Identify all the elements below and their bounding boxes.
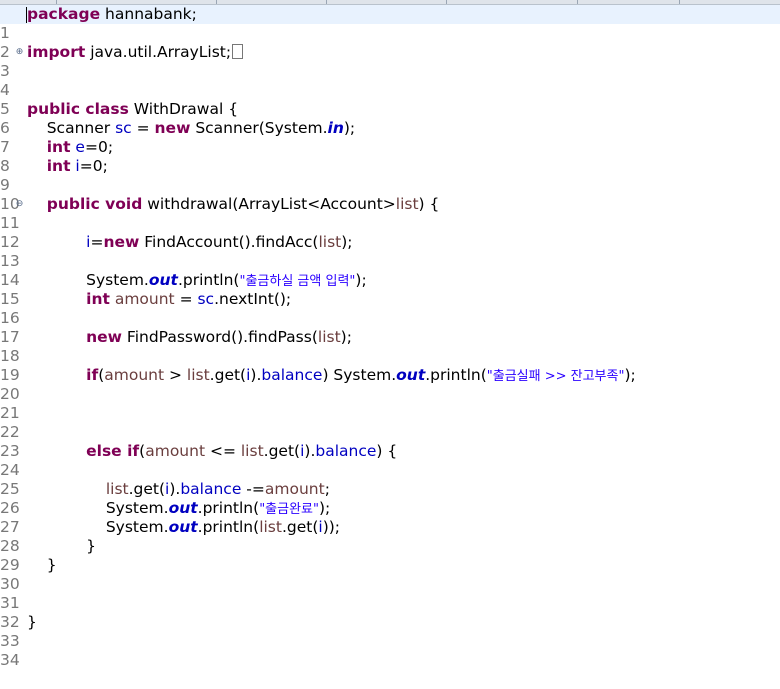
code-line[interactable]: 16 int amount = sc.nextInt();: [0, 290, 780, 327]
code-text[interactable]: }: [27, 613, 37, 632]
code-line[interactable]: 31: [0, 575, 780, 612]
code-text[interactable]: else if(amount <= list.get(i).balance) {: [27, 442, 397, 461]
tab-divider: [56, 0, 57, 4]
code-line[interactable]: 21: [0, 385, 780, 422]
tab-divider: [577, 0, 578, 4]
line-number: 34: [0, 651, 20, 669]
code-line[interactable]: 32: [0, 594, 780, 631]
code-text[interactable]: list.get(i).balance -=amount;: [27, 480, 330, 499]
code-text[interactable]: System.out.println(list.get(i));: [27, 518, 340, 537]
code-text[interactable]: System.out.println("출금완료");: [27, 499, 330, 519]
code-line[interactable]: 5: [0, 81, 780, 118]
code-line[interactable]: 6 public class WithDrawal {: [0, 100, 780, 137]
code-text[interactable]: import java.util.ArrayList;: [27, 43, 244, 62]
code-text[interactable]: package hannabank;: [27, 5, 197, 24]
code-line[interactable]: 25: [0, 461, 780, 498]
code-text[interactable]: i=new FindAccount().findAcc(list);: [27, 233, 352, 252]
code-text[interactable]: if(amount > list.get(i).balance) System.…: [27, 366, 636, 386]
code-line[interactable]: 17: [0, 309, 780, 346]
code-line[interactable]: 7 Scanner sc = new Scanner(System.in);: [0, 119, 780, 156]
java-code-editor[interactable]: 1 package hannabank; 2 3 ⊕ import java.u…: [0, 5, 780, 669]
code-text[interactable]: }: [27, 556, 57, 575]
code-text[interactable]: }: [27, 537, 96, 556]
code-text[interactable]: public class WithDrawal {: [27, 100, 238, 119]
code-line[interactable]: 18 new FindPassword().findPass(list);: [0, 328, 780, 365]
code-line[interactable]: 8 int e=0;: [0, 138, 780, 175]
code-text[interactable]: System.out.println("출금하실 금액 입력");: [27, 271, 367, 291]
code-line[interactable]: 1 package hannabank;: [0, 5, 780, 42]
code-line[interactable]: 28 System.out.println(list.get(i));: [0, 518, 780, 555]
text-cursor: [26, 7, 27, 23]
code-line[interactable]: 26 list.get(i).balance -=amount;: [0, 480, 780, 517]
code-line[interactable]: 33 }: [0, 613, 780, 650]
code-line[interactable]: 23: [0, 423, 780, 460]
code-line[interactable]: 19: [0, 347, 780, 384]
tab-divider: [446, 0, 447, 4]
tab-divider: [326, 0, 327, 4]
expand-fold-icon[interactable]: ⊕: [15, 48, 24, 57]
code-line[interactable]: 14: [0, 252, 780, 289]
tab-divider: [679, 0, 680, 4]
collapse-fold-icon[interactable]: ⊖: [15, 200, 24, 209]
code-text[interactable]: Scanner sc = new Scanner(System.in);: [27, 119, 355, 138]
code-line[interactable]: 15 System.out.println("출금하실 금액 입력");: [0, 271, 780, 308]
code-line[interactable]: 30 }: [0, 556, 780, 593]
code-line[interactable]: 34: [0, 632, 780, 669]
code-line[interactable]: 22: [0, 404, 780, 441]
code-line[interactable]: 9 int i=0;: [0, 157, 780, 194]
tab-divider: [216, 0, 217, 4]
code-line[interactable]: 27 System.out.println("출금완료");: [0, 499, 780, 536]
code-line[interactable]: 4: [0, 62, 780, 99]
code-line[interactable]: 24 else if(amount <= list.get(i).balance…: [0, 442, 780, 479]
code-line[interactable]: 20 if(amount > list.get(i).balance) Syst…: [0, 366, 780, 403]
code-line[interactable]: 2: [0, 24, 780, 61]
code-text[interactable]: int amount = sc.nextInt();: [27, 290, 291, 309]
code-line[interactable]: 10: [0, 176, 780, 213]
code-line[interactable]: 12: [0, 214, 780, 251]
code-line[interactable]: 29 }: [0, 537, 780, 574]
code-text[interactable]: int e=0;: [27, 138, 113, 157]
code-line[interactable]: 11 ⊖ public void withdrawal(ArrayList<Ac…: [0, 195, 780, 232]
code-text[interactable]: int i=0;: [27, 157, 108, 176]
code-line[interactable]: 13 i=new FindAccount().findAcc(list);: [0, 233, 780, 270]
folded-imports-icon[interactable]: [232, 44, 244, 59]
code-text[interactable]: public void withdrawal(ArrayList<Account…: [27, 195, 440, 214]
code-line[interactable]: 3 ⊕ import java.util.ArrayList;: [0, 43, 780, 80]
code-text[interactable]: new FindPassword().findPass(list);: [27, 328, 352, 347]
